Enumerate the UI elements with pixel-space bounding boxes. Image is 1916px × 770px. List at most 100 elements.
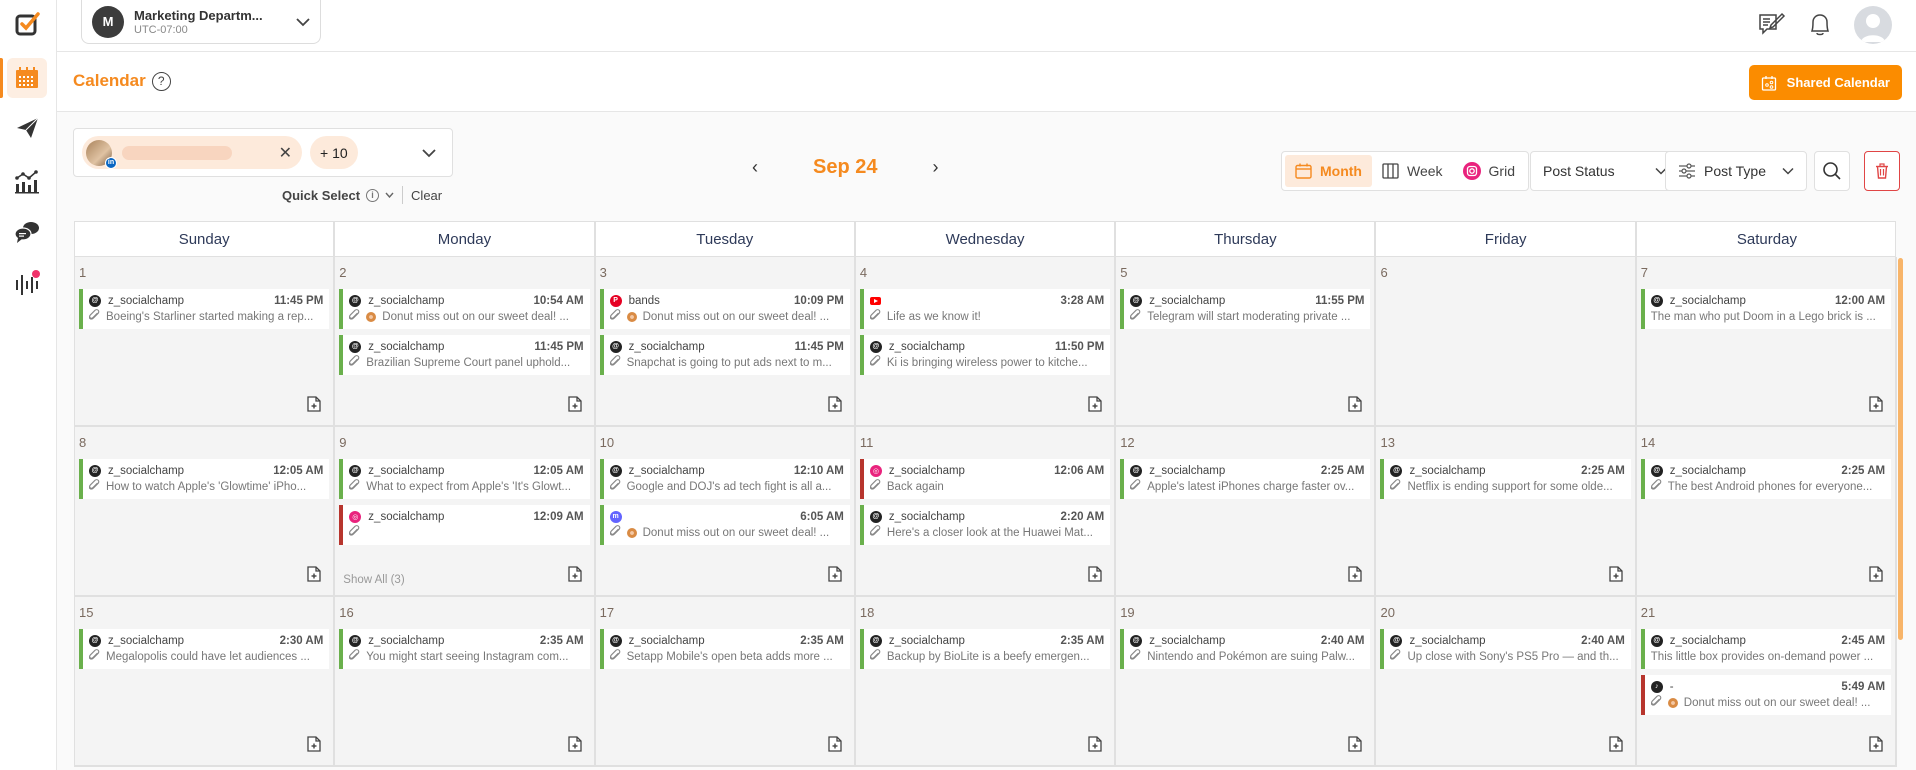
view-month-button[interactable]: Month (1285, 155, 1372, 187)
post-card[interactable]: @ z_socialchamp 2:25 AM Netflix is endin… (1380, 459, 1631, 499)
add-post-icon[interactable] (1088, 566, 1102, 587)
post-card[interactable]: @ z_socialchamp 2:40 AM Up close with So… (1380, 629, 1631, 669)
day-cell[interactable]: 6 (1376, 257, 1637, 427)
search-button[interactable] (1814, 151, 1850, 191)
next-month-button[interactable]: › (925, 157, 945, 178)
sidebar-item-analytics[interactable] (7, 162, 47, 202)
calendar-scrollbar[interactable] (1898, 258, 1903, 640)
day-cell[interactable]: 12 @ z_socialchamp 2:25 AM Apple's lates… (1116, 427, 1377, 597)
post-card[interactable]: m 6:05 AM Donut miss out on our sweet de… (599, 505, 850, 545)
post-card[interactable]: @ z_socialchamp 10:54 AM Donut miss out … (339, 289, 590, 329)
post-card[interactable]: @ z_socialchamp 2:35 AM Backup by BioLit… (859, 629, 1111, 669)
day-cell[interactable]: 9 @ z_socialchamp 12:05 AM What to expec… (335, 427, 596, 597)
post-card[interactable]: @ z_socialchamp 2:25 AM Apple's latest i… (1120, 459, 1371, 499)
post-card[interactable]: ◎ z_socialchamp 12:09 AM (339, 505, 590, 545)
day-cell[interactable]: 7 @ z_socialchamp 12:00 AM The man who p… (1636, 257, 1898, 427)
day-cell[interactable]: 5 @ z_socialchamp 11:55 PM Telegram will… (1116, 257, 1377, 427)
day-cell[interactable]: 11 ◎ z_socialchamp 12:06 AM Back again @… (855, 427, 1117, 597)
post-card[interactable]: @ z_socialchamp 12:10 AM Google and DOJ'… (599, 459, 850, 499)
sidebar-item-calendar[interactable] (7, 58, 47, 98)
add-post-icon[interactable] (1869, 566, 1883, 587)
post-card[interactable]: ◎ z_socialchamp 12:06 AM Back again (859, 459, 1111, 499)
post-card[interactable]: @ z_socialchamp 2:25 AM The best Android… (1640, 459, 1892, 499)
post-card[interactable]: @ z_socialchamp 11:45 PM Snapchat is goi… (599, 335, 850, 375)
add-post-icon[interactable] (307, 566, 321, 587)
day-cell[interactable]: 10 @ z_socialchamp 12:10 AM Google and D… (595, 427, 856, 597)
add-post-icon[interactable] (1348, 736, 1363, 757)
add-post-icon[interactable] (567, 736, 582, 757)
sidebar-item-publish[interactable] (7, 108, 47, 148)
day-cell[interactable]: 15 @ z_socialchamp 2:30 AM Megalopolis c… (75, 597, 336, 767)
add-post-icon[interactable] (1869, 736, 1883, 757)
post-card[interactable]: @ z_socialchamp 11:45 PM Boeing's Starli… (79, 289, 330, 329)
post-card[interactable]: @ z_socialchamp 11:45 PM Brazilian Supre… (339, 335, 590, 375)
clear-button[interactable]: Clear (411, 188, 442, 203)
day-cell[interactable]: 17 @ z_socialchamp 2:35 AM Setapp Mobile… (595, 597, 856, 767)
chevron-down-icon[interactable] (422, 148, 436, 158)
add-post-icon[interactable] (1088, 736, 1102, 757)
day-cell[interactable]: 13 @ z_socialchamp 2:25 AM Netflix is en… (1376, 427, 1637, 597)
post-status-dropdown[interactable]: Post Status (1530, 151, 1680, 191)
day-cell[interactable]: 14 @ z_socialchamp 2:25 AM The best Andr… (1636, 427, 1898, 597)
post-card[interactable]: P bands 10:09 PM Donut miss out on our s… (599, 289, 850, 329)
add-post-icon[interactable] (828, 566, 842, 587)
post-card[interactable]: @ z_socialchamp 11:50 PM Ki is bringing … (859, 335, 1111, 375)
post-card[interactable]: @ z_socialchamp 11:55 PM Telegram will s… (1120, 289, 1371, 329)
post-card[interactable]: @ z_socialchamp 2:35 AM You might start … (339, 629, 590, 669)
add-post-icon[interactable] (1088, 396, 1102, 417)
day-cell[interactable]: 19 @ z_socialchamp 2:40 AM Nintendo and … (1116, 597, 1377, 767)
view-week-button[interactable]: Week (1372, 155, 1453, 187)
view-grid-button[interactable]: Grid (1453, 155, 1525, 187)
account-selector[interactable]: in ✕ + 10 (73, 128, 453, 177)
post-card[interactable]: @ z_socialchamp 2:45 AM This little box … (1640, 629, 1892, 669)
sidebar-active-indicator (0, 58, 3, 98)
post-type-dropdown[interactable]: Post Type (1665, 151, 1807, 191)
delete-button[interactable] (1864, 151, 1900, 191)
add-post-icon[interactable] (307, 736, 321, 757)
shared-calendar-button[interactable]: Shared Calendar (1748, 65, 1902, 100)
add-post-icon[interactable] (1609, 736, 1623, 757)
post-card[interactable]: @ z_socialchamp 12:00 AM The man who put… (1640, 289, 1892, 329)
sidebar-item-listening[interactable] (7, 264, 47, 304)
user-avatar[interactable] (1854, 6, 1892, 44)
add-post-icon[interactable] (1348, 396, 1363, 417)
remove-account-icon[interactable]: ✕ (279, 143, 292, 163)
info-icon[interactable]: i (366, 188, 380, 202)
help-icon[interactable]: ? (151, 71, 171, 91)
bell-icon[interactable] (1808, 12, 1832, 38)
day-cell[interactable]: 3 P bands 10:09 PM Donut miss out on our… (595, 257, 856, 427)
prev-month-button[interactable]: ‹ (745, 157, 765, 178)
app-logo-icon[interactable] (14, 10, 42, 38)
post-card[interactable]: @ z_socialchamp 2:20 AM Here's a closer … (859, 505, 1111, 545)
compose-note-icon[interactable] (1758, 12, 1786, 38)
add-post-icon[interactable] (307, 396, 321, 417)
post-card[interactable]: @ z_socialchamp 2:30 AM Megalopolis coul… (79, 629, 330, 669)
show-all-link[interactable]: Show All (3) (343, 574, 404, 586)
add-post-icon[interactable] (567, 566, 582, 587)
post-card[interactable]: @ z_socialchamp 2:35 AM Setapp Mobile's … (599, 629, 850, 669)
add-post-icon[interactable] (828, 736, 842, 757)
day-cell[interactable]: 20 @ z_socialchamp 2:40 AM Up close with… (1376, 597, 1637, 767)
day-cell[interactable]: 2 @ z_socialchamp 10:54 AM Donut miss ou… (335, 257, 596, 427)
post-card[interactable]: ♪ - 5:49 AM Donut miss out on our sweet … (1640, 675, 1892, 715)
workspace-selector[interactable]: M Marketing Departm... UTC-07:00 (81, 0, 321, 44)
selected-account-chip[interactable]: in ✕ (82, 136, 302, 169)
add-post-icon[interactable] (567, 396, 582, 417)
day-cell[interactable]: 18 @ z_socialchamp 2:35 AM Backup by Bio… (855, 597, 1117, 767)
more-accounts-chip[interactable]: + 10 (310, 136, 358, 169)
post-card[interactable]: @ z_socialchamp 12:05 AM What to expect … (339, 459, 590, 499)
post-card[interactable]: 3:28 AM Life as we know it! (859, 289, 1111, 329)
add-post-icon[interactable] (828, 396, 842, 417)
day-cell[interactable]: 21 @ z_socialchamp 2:45 AM This little b… (1636, 597, 1898, 767)
add-post-icon[interactable] (1609, 566, 1623, 587)
day-cell[interactable]: 16 @ z_socialchamp 2:35 AM You might sta… (335, 597, 596, 767)
add-post-icon[interactable] (1348, 566, 1363, 587)
post-card[interactable]: @ z_socialchamp 2:40 AM Nintendo and Pok… (1120, 629, 1371, 669)
add-post-icon[interactable] (1869, 396, 1883, 417)
quick-select-dropdown[interactable]: Quick Select i (282, 188, 394, 203)
day-cell[interactable]: 1 @ z_socialchamp 11:45 PM Boeing's Star… (75, 257, 336, 427)
day-cell[interactable]: 4 3:28 AM Life as we know it! @ z_social… (855, 257, 1117, 427)
sidebar-item-engage[interactable] (7, 212, 47, 252)
day-cell[interactable]: 8 @ z_socialchamp 12:05 AM How to watch … (75, 427, 336, 597)
post-card[interactable]: @ z_socialchamp 12:05 AM How to watch Ap… (79, 459, 330, 499)
